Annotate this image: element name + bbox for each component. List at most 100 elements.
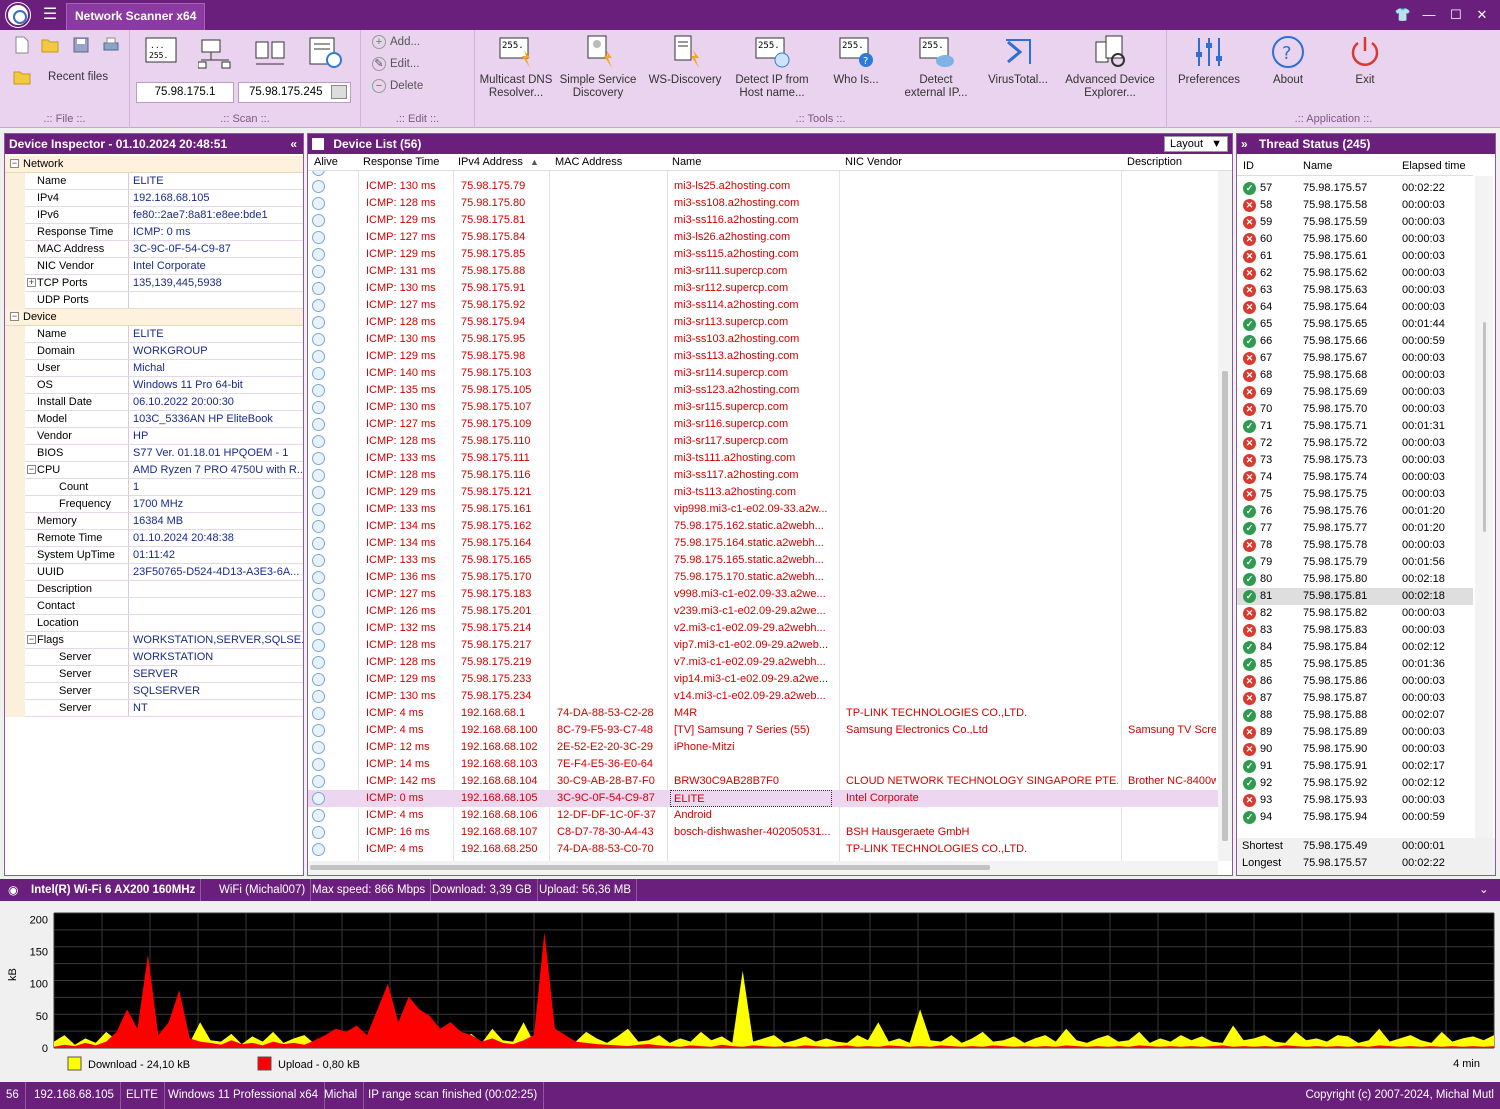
thread-row[interactable]: ✕ 87 75.98.175.87 00:00:03	[1237, 690, 1473, 707]
inspector-row[interactable]: Vendor HP	[5, 428, 303, 445]
table-row[interactable]: ICMP: 16 ms 192.168.68.107 C8-D7-78-30-A…	[308, 824, 1218, 841]
col-description[interactable]: Description	[1123, 154, 1182, 171]
table-row[interactable]: ICMP: 131 ms 75.98.175.88 mi3-sr111.supe…	[308, 263, 1218, 280]
exit-button[interactable]: Exit	[1337, 34, 1393, 87]
col-elapsed[interactable]: Elapsed time	[1402, 156, 1466, 176]
inspector-row[interactable]: Domain WORKGROUP	[5, 343, 303, 360]
col-name[interactable]: Name	[668, 154, 701, 171]
table-row[interactable]: ICMP: 4 ms 192.168.68.250 74-DA-88-53-C0…	[308, 841, 1218, 858]
detect-external-ip-button[interactable]: 255. Detect external IP...	[897, 34, 975, 100]
virustotal-button[interactable]: VirusTotal...	[981, 34, 1055, 87]
col-ipv4[interactable]: IPv4 Address	[454, 154, 523, 171]
thread-row[interactable]: ✕ 89 75.98.175.89 00:00:03	[1237, 724, 1473, 741]
ip-picker-icon[interactable]	[331, 85, 347, 99]
preferences-button[interactable]: Preferences	[1173, 34, 1245, 87]
thread-row[interactable]: ✓ 81 75.98.175.81 00:02:18	[1237, 588, 1473, 605]
table-row[interactable]: ICMP: 129 ms 75.98.175.81 mi3-ss116.a2ho…	[308, 212, 1218, 229]
detect-ip-from-host-button[interactable]: 255. Detect IP from Host name...	[731, 34, 813, 100]
inspector-row[interactable]: System UpTime 01:11:42	[5, 547, 303, 564]
close-button[interactable]: ✕	[1471, 5, 1493, 25]
thread-row[interactable]: ✕ 86 75.98.175.86 00:00:03	[1237, 673, 1473, 690]
table-row[interactable]: ICMP: 129 ms 75.98.175.98 mi3-ss113.a2ho…	[308, 348, 1218, 365]
mdns-resolver-button[interactable]: 255. Multicast DNS Resolver...	[479, 34, 553, 100]
thread-row[interactable]: ✓ 92 75.98.175.92 00:02:12	[1237, 775, 1473, 792]
inspector-row[interactable]: Memory 16384 MB	[5, 513, 303, 530]
ssdp-discovery-button[interactable]: Simple Service Discovery	[559, 34, 637, 100]
table-row[interactable]: ICMP: 130 ms 75.98.175.95 mi3-ss103.a2ho…	[308, 331, 1218, 348]
thread-row[interactable]: ✓ 88 75.98.175.88 00:02:07	[1237, 707, 1473, 724]
thread-scrollbar[interactable]	[1475, 176, 1493, 838]
table-row[interactable]: ICMP: 4 ms 192.168.68.106 12-DF-DF-1C-0F…	[308, 807, 1218, 824]
table-row[interactable]: ICMP: 127 ms 75.98.175.92 mi3-ss114.a2ho…	[308, 297, 1218, 314]
thread-row[interactable]: ✓ 80 75.98.175.80 00:02:18	[1237, 571, 1473, 588]
col-id[interactable]: ID	[1243, 156, 1254, 176]
table-row[interactable]: ICMP: 129 ms 75.98.175.233 vip14.mi3-c1-…	[308, 671, 1218, 688]
table-row[interactable]: ICMP: 133 ms 75.98.175.161 vip998.mi3-c1…	[308, 501, 1218, 518]
inspector-row[interactable]: Frequency 1700 MHz	[5, 496, 303, 513]
table-row[interactable]: ICMP: 127 ms 75.98.175.109 mi3-sr116.sup…	[308, 416, 1218, 433]
inspector-row[interactable]: Name ELITE	[5, 326, 303, 343]
table-row[interactable]: ICMP: 0 ms 192.168.68.105 3C-9C-0F-54-C9…	[308, 790, 1218, 807]
thread-row[interactable]: ✕ 68 75.98.175.68 00:00:03	[1237, 367, 1473, 384]
table-row[interactable]: ICMP: 136 ms 75.98.175.170 75.98.175.170…	[308, 569, 1218, 586]
expand-right-icon[interactable]: »	[1241, 137, 1248, 151]
thread-row[interactable]: ✓ 76 75.98.175.76 00:01:20	[1237, 503, 1473, 520]
app-logo-icon[interactable]	[6, 3, 30, 27]
edit-button[interactable]: ✎ Edit...	[370, 55, 419, 73]
thread-row[interactable]: ✕ 59 75.98.175.59 00:00:03	[1237, 214, 1473, 231]
table-row[interactable]: ICMP: 128 ms 75.98.175.94 mi3-sr113.supe…	[308, 314, 1218, 331]
thread-row[interactable]: ✕ 63 75.98.175.63 00:00:03	[1237, 282, 1473, 299]
save-icon[interactable]	[72, 36, 92, 56]
table-row[interactable]: ICMP: 140 ms 75.98.175.103 mi3-sr114.sup…	[308, 365, 1218, 382]
maximize-button[interactable]: ☐	[1445, 5, 1467, 25]
scan-hosts-icon[interactable]	[254, 38, 288, 70]
table-row[interactable]: ICMP: 130 ms 75.98.175.91 mi3-sr112.supe…	[308, 280, 1218, 297]
table-row[interactable]: ICMP: 134 ms 75.98.175.162 75.98.175.162…	[308, 518, 1218, 535]
thread-row[interactable]: ✕ 61 75.98.175.61 00:00:03	[1237, 248, 1473, 265]
recent-files-button[interactable]: Recent files	[48, 71, 108, 83]
inspector-row[interactable]: Server WORKSTATION	[5, 649, 303, 666]
table-row[interactable]: ICMP: 134 ms 75.98.175.164 75.98.175.164…	[308, 535, 1218, 552]
thread-row[interactable]: ✕ 90 75.98.175.90 00:00:03	[1237, 741, 1473, 758]
inspector-row[interactable]: MAC Address 3C-9C-0F-54-C9-87	[5, 241, 303, 258]
section-device[interactable]: − Device	[5, 309, 303, 326]
thread-row[interactable]: ✓ 57 75.98.175.57 00:02:22	[1237, 180, 1473, 197]
collapse-icon[interactable]: −	[27, 465, 36, 474]
collapse-icon[interactable]: −	[10, 159, 19, 168]
inspector-row[interactable]: IPv6 fe80::2ae7:8a81:e8ee:bde1	[5, 207, 303, 224]
col-response-time[interactable]: Response Time	[359, 154, 439, 171]
device-list-hscrollbar[interactable]	[308, 861, 1218, 875]
table-row[interactable]: ICMP: 128 ms 75.98.175.217 vip7.mi3-c1-e…	[308, 637, 1218, 654]
open-folder-icon[interactable]	[41, 36, 61, 56]
rescan-icon[interactable]	[308, 36, 344, 70]
thread-row[interactable]: ✓ 79 75.98.175.79 00:01:56	[1237, 554, 1473, 571]
thread-row[interactable]: ✕ 73 75.98.175.73 00:00:03	[1237, 452, 1473, 469]
table-row[interactable]: ICMP: 130 ms 75.98.175.79 mi3-ls25.a2hos…	[308, 178, 1218, 195]
table-row[interactable]: ICMP: 128 ms 75.98.175.219 v7.mi3-c1-e02…	[308, 654, 1218, 671]
thread-row[interactable]: ✕ 93 75.98.175.93 00:00:03	[1237, 792, 1473, 809]
inspector-row[interactable]: IPv4 192.168.68.105	[5, 190, 303, 207]
thread-row[interactable]: ✓ 71 75.98.175.71 00:01:31	[1237, 418, 1473, 435]
scan-network-icon[interactable]	[197, 38, 232, 70]
about-button[interactable]: ? About	[1257, 34, 1319, 87]
hamburger-menu-icon[interactable]: ☰	[40, 5, 60, 25]
table-row[interactable]: ICMP: 129 ms 75.98.175.121 mi3-ts113.a2h…	[308, 484, 1218, 501]
thread-row[interactable]: ✓ 84 75.98.175.84 00:02:12	[1237, 639, 1473, 656]
inspector-row[interactable]: BIOS S77 Ver. 01.18.01 HPQOEM - 1	[5, 445, 303, 462]
inspector-row[interactable]: User Michal	[5, 360, 303, 377]
table-row[interactable]: ICMP: 135 ms 75.98.175.105 mi3-ss123.a2h…	[308, 382, 1218, 399]
thread-row[interactable]: ✓ 65 75.98.175.65 00:01:44	[1237, 316, 1473, 333]
table-row[interactable]: ICMP: 126 ms 75.98.175.201 v239.mi3-c1-e…	[308, 603, 1218, 620]
table-row[interactable]	[308, 171, 1218, 178]
ip-from-field[interactable]: 75.98.175.1	[136, 82, 234, 103]
minimize-button[interactable]: —	[1418, 5, 1440, 25]
section-network[interactable]: − Network	[5, 156, 303, 173]
inspector-row[interactable]: UDP Ports	[5, 292, 303, 309]
table-row[interactable]: ICMP: 14 ms 192.168.68.103 7E-F4-E5-36-E…	[308, 756, 1218, 773]
thread-row[interactable]: ✕ 78 75.98.175.78 00:00:03	[1237, 537, 1473, 554]
inspector-row[interactable]: CPU − AMD Ryzen 7 PRO 4750U with R...	[5, 462, 303, 479]
table-row[interactable]: ICMP: 127 ms 75.98.175.183 v998.mi3-c1-e…	[308, 586, 1218, 603]
inspector-row[interactable]: Description	[5, 581, 303, 598]
ip-range-icon[interactable]: ... 255.	[144, 36, 178, 68]
table-row[interactable]: ICMP: 130 ms 75.98.175.107 mi3-sr115.sup…	[308, 399, 1218, 416]
